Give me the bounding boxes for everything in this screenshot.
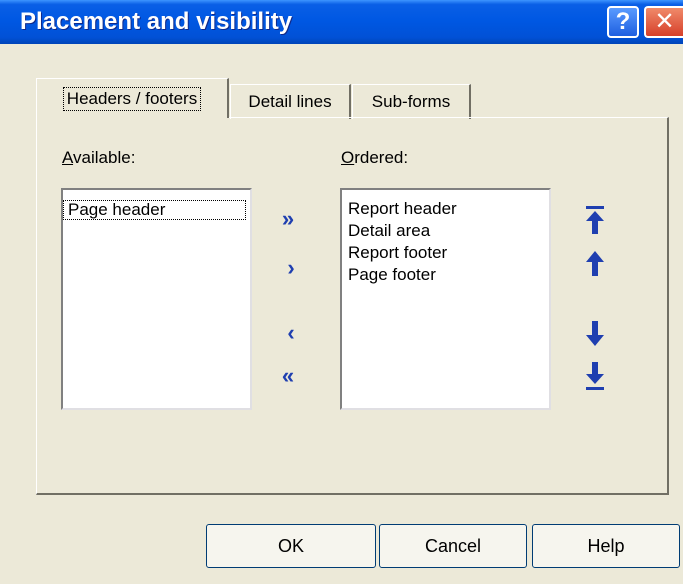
close-title-button[interactable]: ✕ [644, 6, 683, 38]
double-chevron-left-icon: « [281, 363, 295, 388]
move-all-right-button[interactable]: » [276, 206, 300, 232]
move-to-bottom-icon [586, 362, 604, 390]
chevron-right-icon: › [287, 255, 295, 280]
list-item[interactable]: Report header [342, 198, 549, 220]
tab-label: Detail lines [248, 92, 332, 111]
move-to-top-icon [586, 206, 604, 234]
close-icon: ✕ [654, 8, 675, 35]
tab-sub-forms[interactable]: Sub-forms [352, 84, 471, 119]
ok-button[interactable]: OK [206, 524, 376, 568]
list-item[interactable]: Report footer [342, 242, 549, 264]
tab-label: Sub-forms [371, 92, 451, 111]
move-all-left-button[interactable]: « [276, 363, 300, 389]
move-to-bottom-button[interactable] [583, 360, 607, 392]
question-mark-icon: ? [615, 8, 631, 35]
help-button[interactable]: Help [532, 524, 680, 568]
cancel-button[interactable]: Cancel [379, 524, 527, 568]
list-item[interactable]: Page header [63, 200, 246, 220]
tab-headers-footers[interactable]: Headers / footers [36, 78, 229, 118]
available-list[interactable]: Page header [61, 188, 252, 410]
title-bar[interactable]: Placement and visibility ? ✕ [0, 0, 683, 44]
tab-label: Headers / footers [62, 86, 202, 111]
help-title-button[interactable]: ? [607, 6, 639, 38]
double-chevron-right-icon: » [281, 206, 295, 231]
move-to-top-button[interactable] [583, 204, 607, 236]
list-item[interactable]: Page footer [342, 264, 549, 286]
move-down-icon [586, 321, 604, 346]
move-left-button[interactable]: ‹ [279, 320, 303, 346]
dialog-title: Placement and visibility [20, 8, 293, 35]
move-up-button[interactable] [583, 247, 607, 279]
move-down-button[interactable] [583, 318, 607, 350]
move-right-button[interactable]: › [279, 255, 303, 281]
list-item[interactable]: Detail area [342, 220, 549, 242]
placement-dialog: Placement and visibility ? ✕ Headers / f… [0, 0, 683, 584]
ordered-list[interactable]: Report header Detail area Report footer … [340, 188, 551, 410]
move-up-icon [586, 251, 604, 276]
tab-detail-lines[interactable]: Detail lines [230, 84, 351, 119]
chevron-left-icon: ‹ [287, 320, 295, 345]
